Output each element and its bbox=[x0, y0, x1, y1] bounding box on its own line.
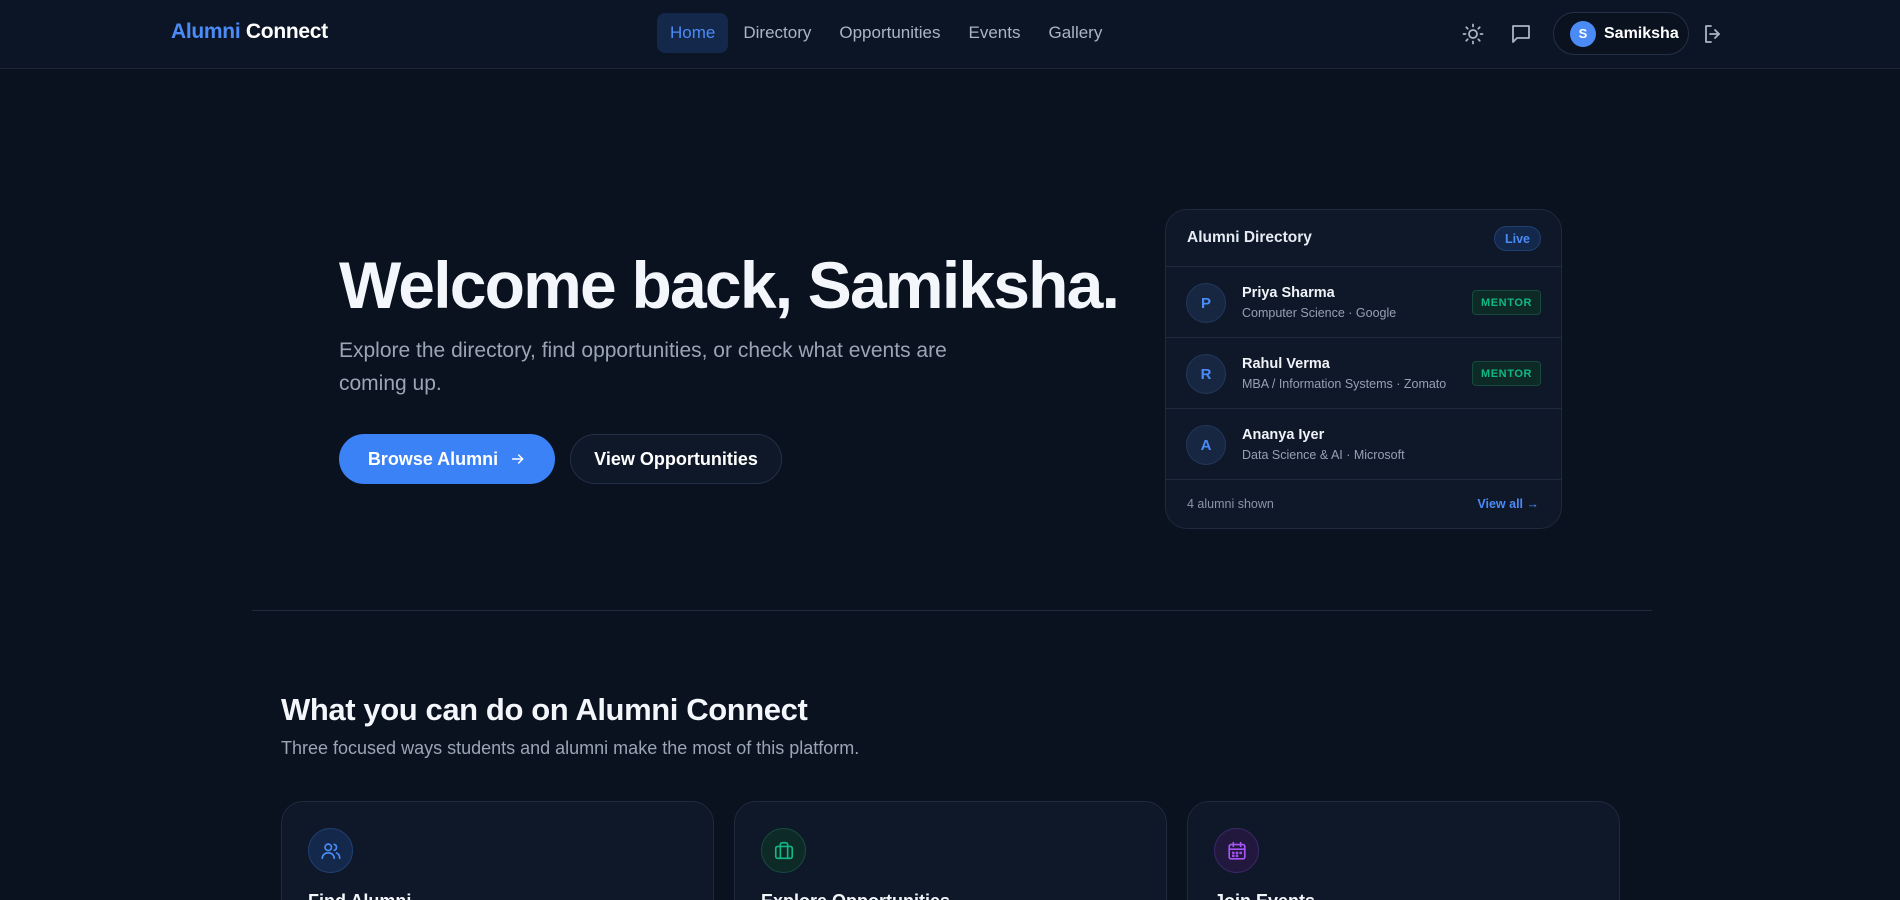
arrow-right-icon bbox=[512, 454, 524, 464]
section-divider bbox=[252, 610, 1652, 611]
feature-title: Explore Opportunities bbox=[761, 891, 950, 900]
nav-home[interactable]: Home bbox=[657, 13, 729, 53]
brand-part-1: Alumni bbox=[171, 20, 241, 43]
list-item[interactable]: R Rahul Verma MBA / Information Systems … bbox=[1166, 338, 1561, 409]
directory-card-title: Alumni Directory bbox=[1187, 229, 1312, 246]
section-title: What you can do on Alumni Connect bbox=[281, 692, 808, 727]
browse-alumni-button[interactable]: Browse Alumni bbox=[339, 434, 555, 484]
calendar-icon bbox=[1214, 828, 1259, 873]
brand-logo[interactable]: Alumni Connect bbox=[171, 20, 328, 44]
list-item[interactable]: P Priya Sharma Computer Science · Google… bbox=[1166, 267, 1561, 338]
avatar: P bbox=[1186, 283, 1226, 323]
avatar: R bbox=[1186, 354, 1226, 394]
nav-opportunities[interactable]: Opportunities bbox=[826, 13, 953, 53]
alumni-name: Ananya Iyer bbox=[1242, 427, 1325, 443]
nav-gallery[interactable]: Gallery bbox=[1035, 13, 1115, 53]
alumni-name: Priya Sharma bbox=[1242, 285, 1335, 301]
avatar: S bbox=[1570, 20, 1596, 47]
mentor-badge: MENTOR bbox=[1472, 290, 1541, 315]
live-badge: Live bbox=[1494, 226, 1541, 251]
feature-title: Join Events bbox=[1214, 891, 1315, 900]
view-opportunities-button[interactable]: View Opportunities bbox=[570, 434, 782, 484]
brand-part-2: Connect bbox=[245, 20, 328, 43]
directory-card-header: Alumni Directory Live bbox=[1166, 210, 1561, 267]
user-menu-button[interactable]: S Samiksha bbox=[1553, 12, 1689, 55]
browse-alumni-label: Browse Alumni bbox=[367, 448, 499, 469]
feature-card-explore-opportunities[interactable]: Explore Opportunities bbox=[734, 801, 1167, 900]
directory-card-footer: 4 alumni shown View all → bbox=[1166, 480, 1561, 528]
nav-directory[interactable]: Directory bbox=[730, 13, 824, 53]
list-item[interactable]: A Ananya Iyer Data Science & AI · Micros… bbox=[1166, 409, 1561, 480]
alumni-meta: Computer Science · Google bbox=[1242, 306, 1397, 320]
chat-icon[interactable] bbox=[1509, 22, 1533, 46]
users-icon bbox=[308, 828, 353, 873]
nav-events[interactable]: Events bbox=[956, 13, 1034, 53]
sun-icon[interactable] bbox=[1461, 22, 1485, 46]
alumni-name: Rahul Verma bbox=[1242, 356, 1330, 372]
view-all-link[interactable]: View all → bbox=[1477, 497, 1539, 511]
user-name: Samiksha bbox=[1604, 24, 1679, 42]
briefcase-icon bbox=[761, 828, 806, 873]
mentor-badge: MENTOR bbox=[1472, 361, 1541, 386]
feature-card-find-alumni[interactable]: Find Alumni bbox=[281, 801, 714, 900]
avatar: A bbox=[1186, 425, 1226, 465]
hero-title: Welcome back, Samiksha. bbox=[339, 248, 1120, 322]
feature-title: Find Alumni bbox=[308, 891, 411, 900]
alumni-count: 4 alumni shown bbox=[1187, 497, 1274, 511]
alumni-meta: MBA / Information Systems · Zomato bbox=[1242, 377, 1447, 391]
nav-links: Home Directory Opportunities Events Gall… bbox=[657, 13, 1117, 53]
alumni-meta: Data Science & AI · Microsoft bbox=[1242, 448, 1405, 462]
top-navbar: Alumni Connect Home Directory Opportunit… bbox=[0, 0, 1900, 69]
feature-card-join-events[interactable]: Join Events bbox=[1187, 801, 1620, 900]
section-subtitle: Three focused ways students and alumni m… bbox=[281, 738, 860, 758]
logout-icon[interactable] bbox=[1701, 22, 1725, 46]
hero-subtitle: Explore the directory, find opportunitie… bbox=[339, 339, 947, 395]
alumni-directory-card: Alumni Directory Live P Priya Sharma Com… bbox=[1165, 209, 1562, 529]
